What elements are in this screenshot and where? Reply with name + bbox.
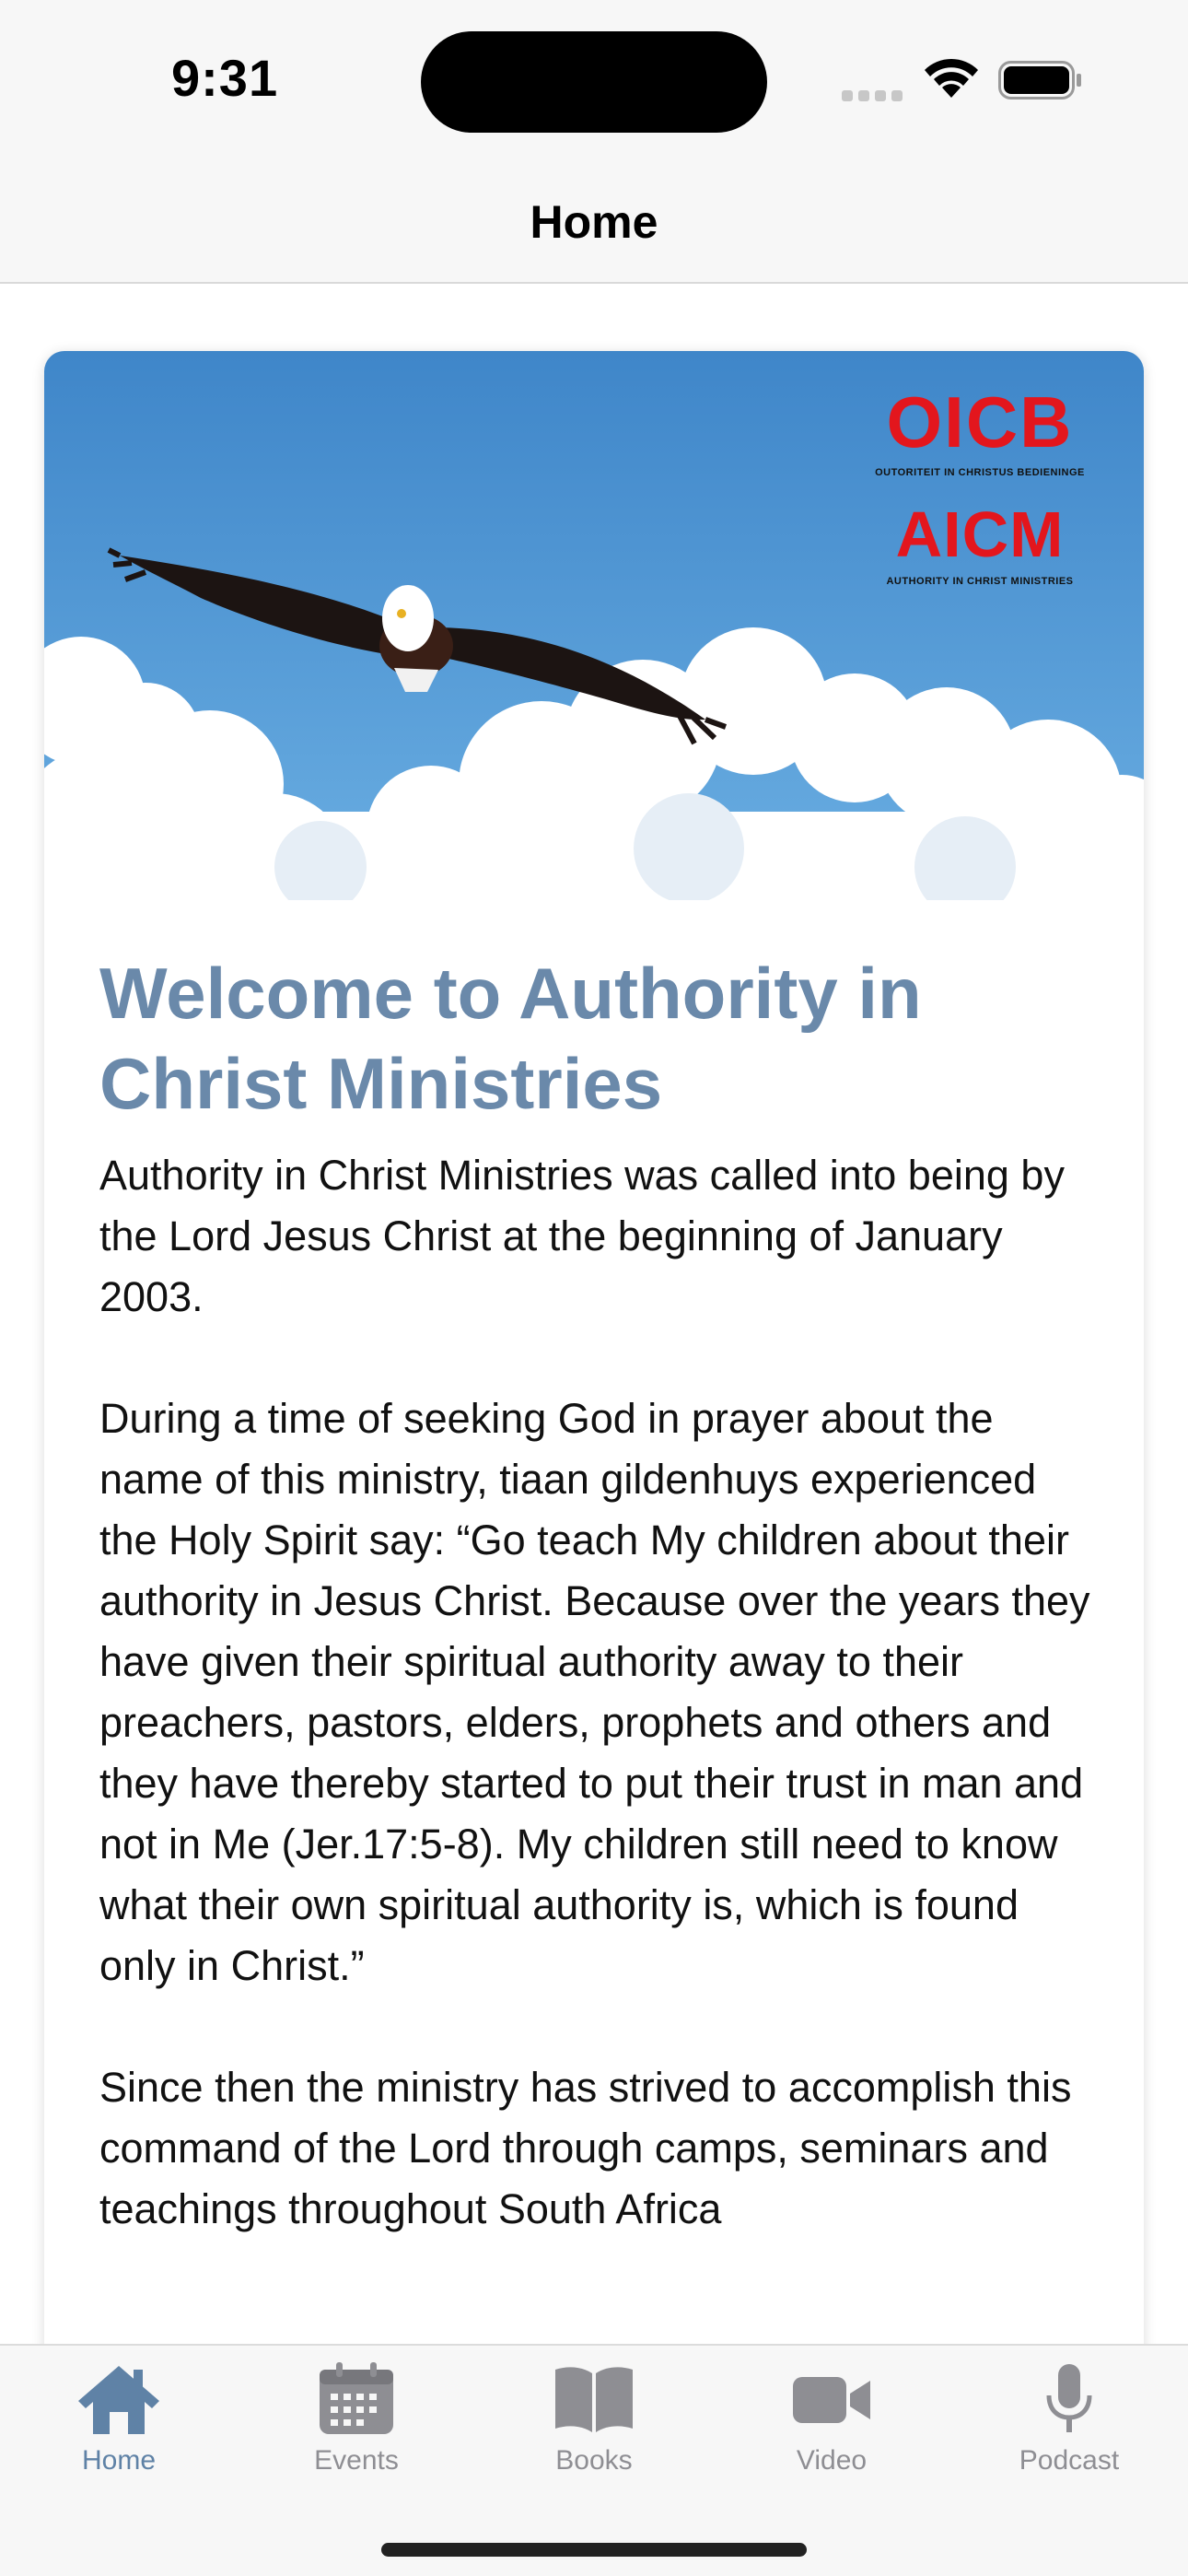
hero-image: OICB OUTORITEIT IN CHRISTUS BEDIENINGE A… xyxy=(44,351,1144,941)
tab-video[interactable]: Video xyxy=(713,2362,950,2500)
ministry-logo: OICB OUTORITEIT IN CHRISTUS BEDIENINGE A… xyxy=(842,386,1118,587)
home-indicator xyxy=(381,2543,807,2557)
welcome-title: Welcome to Authority in Christ Ministrie… xyxy=(99,953,922,1124)
logo-aicm: AICM xyxy=(895,498,1065,570)
video-camera-icon xyxy=(793,2377,870,2423)
page-title: Home xyxy=(530,196,658,248)
logo-aicm-subtitle: AUTHORITY IN CHRIST MINISTRIES xyxy=(886,576,1074,587)
body-paragraph: Authority in Christ Ministries was calle… xyxy=(99,1152,1065,1320)
navigation-bar: Home xyxy=(0,147,1188,284)
tab-events[interactable]: Events xyxy=(238,2362,475,2500)
tab-bar: Home Events Books Video Podcast xyxy=(0,2344,1188,2576)
welcome-card: OICB OUTORITEIT IN CHRISTUS BEDIENINGE A… xyxy=(44,351,1144,2344)
calendar-icon xyxy=(320,2362,393,2434)
wifi-icon xyxy=(925,58,978,98)
cellular-signal-icon xyxy=(842,74,906,101)
tab-podcast-label: Podcast xyxy=(1019,2445,1120,2476)
status-time: 9:31 xyxy=(171,49,279,107)
tab-home[interactable]: Home xyxy=(0,2362,238,2500)
microphone-icon xyxy=(1046,2364,1092,2432)
tab-home-label: Home xyxy=(81,2445,157,2476)
scroll-content[interactable]: OICB OUTORITEIT IN CHRISTUS BEDIENINGE A… xyxy=(0,284,1188,2344)
status-bar: 9:31 xyxy=(0,0,1188,147)
logo-oicb-subtitle: OUTORITEIT IN CHRISTUS BEDIENINGE xyxy=(875,467,1085,478)
tab-books-label: Books xyxy=(555,2445,633,2476)
house-icon xyxy=(78,2366,159,2434)
tab-video-label: Video xyxy=(796,2445,868,2476)
battery-icon xyxy=(998,61,1081,100)
logo-oicb: OICB xyxy=(886,381,1074,463)
body-paragraph: During a time of seeking God in prayer a… xyxy=(99,1395,1090,1989)
tab-events-label: Events xyxy=(314,2445,399,2476)
tab-books[interactable]: Books xyxy=(475,2362,713,2500)
body-paragraph: Since then the ministry has strived to a… xyxy=(99,2064,1072,2232)
tab-podcast[interactable]: Podcast xyxy=(950,2362,1188,2500)
book-icon xyxy=(555,2367,633,2432)
dynamic-island xyxy=(421,31,767,133)
welcome-body: Authority in Christ Ministries was calle… xyxy=(99,1145,1103,2301)
